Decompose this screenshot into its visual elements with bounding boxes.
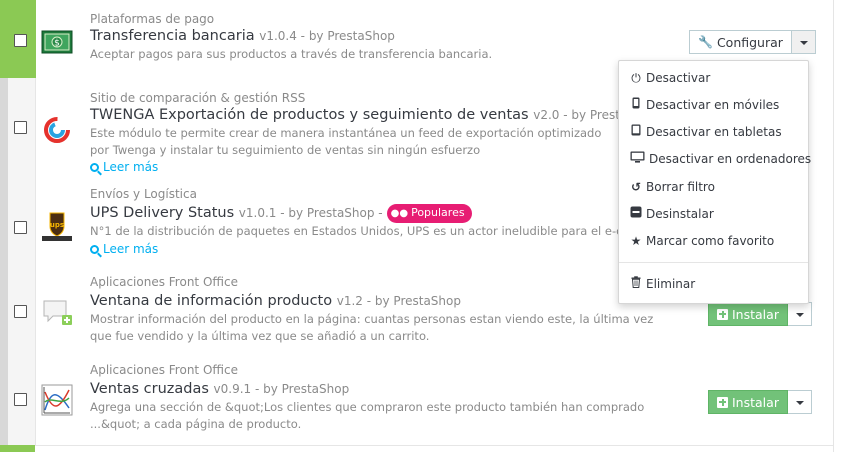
install-button[interactable]: Instalar (708, 302, 788, 326)
menu-item-disable[interactable]: ⏻ Desactivar (629, 68, 710, 88)
ups-icon: ups (41, 210, 73, 242)
plus-square-icon (717, 396, 728, 408)
module-description: Mostrar información del producto en la p… (90, 312, 654, 343)
module-info: Sitio de comparación & gestión RSS TWENG… (90, 90, 656, 175)
minus-square-icon (629, 204, 643, 224)
actions-dropdown-toggle[interactable] (791, 30, 816, 54)
module-description: N°1 de la distribución de paquetes en Es… (90, 224, 677, 238)
module-info: Aplicaciones Front Office Ventana de inf… (90, 274, 663, 344)
module-actions-menu: ⏻ Desactivar Desactivar en móviles Desact… (618, 60, 811, 304)
module-info: Aplicaciones Front Office Ventas cruzada… (90, 362, 663, 432)
module-row: Aplicaciones Front Office Ventas cruzada… (0, 358, 833, 446)
status-stripe (0, 78, 8, 182)
module-name[interactable]: Ventas cruzadas (90, 381, 209, 397)
trash-icon (629, 274, 643, 294)
search-icon (90, 163, 99, 172)
action-group: Instalar (708, 302, 812, 326)
module-checkbox[interactable] (14, 393, 27, 406)
module-title: UPS Delivery Status v1.0.1 - by PrestaSh… (90, 204, 615, 223)
module-category: Aplicaciones Front Office (90, 363, 238, 377)
menu-item-favorite[interactable]: ★ Marcar como favorito (629, 231, 775, 251)
module-checkbox[interactable] (14, 221, 27, 234)
module-description: Este módulo te permite crear de manera i… (90, 126, 602, 157)
module-category: Aplicaciones Front Office (90, 275, 238, 289)
menu-item-reset[interactable]: ↺ Borrar filtro (629, 177, 715, 197)
module-title: Ventas cruzadas v0.9.1 - by PrestaShop (90, 380, 663, 399)
module-name[interactable]: TWENGA Exportación de productos y seguim… (90, 107, 529, 123)
wrench-icon: 🔧 (698, 35, 713, 49)
mobile-icon (629, 95, 643, 115)
module-name[interactable]: Ventana de información producto (90, 293, 332, 309)
module-description: Agrega una sección de &quot;Los clientes… (90, 400, 645, 431)
module-info: Envíos y Logística UPS Delivery Status v… (90, 186, 677, 257)
desktop-icon (629, 149, 646, 169)
module-title: Ventana de información producto v1.2 - b… (90, 292, 663, 311)
menu-item-disable-desktop[interactable]: Desactivar en ordenadores (629, 149, 811, 169)
read-more-link[interactable]: Leer más (90, 241, 615, 257)
svg-text:$: $ (54, 39, 60, 49)
status-stripe (0, 270, 8, 358)
module-category: Plataformas de pago (90, 12, 215, 26)
module-info: Plataformas de pago Transferencia bancar… (90, 11, 663, 63)
menu-item-delete[interactable]: Eliminar (629, 274, 695, 294)
tablet-icon (629, 122, 643, 142)
module-version: v1.0.4 - by PrestaShop (259, 29, 395, 43)
module-checkbox[interactable] (14, 121, 27, 134)
module-name[interactable]: UPS Delivery Status (90, 205, 234, 221)
search-icon (90, 244, 99, 254)
menu-divider (619, 262, 808, 263)
action-group: 🔧 Configurar (689, 30, 816, 54)
menu-item-disable-mobile[interactable]: Desactivar en móviles (629, 95, 779, 115)
twenga-icon (41, 114, 73, 146)
status-stripe (0, 0, 8, 78)
status-stripe (0, 358, 8, 445)
install-dropdown-toggle[interactable] (787, 302, 812, 326)
module-category: Envíos y Logística (90, 187, 197, 201)
action-group: Instalar (708, 390, 812, 414)
module-version: v0.9.1 - by PrestaShop (213, 382, 350, 396)
bank-transfer-icon: $ (41, 26, 73, 58)
read-more-link[interactable]: Leer más (90, 159, 615, 175)
cross-selling-icon (41, 384, 73, 416)
module-checkbox[interactable] (14, 305, 27, 318)
module-version: v1.0.1 - by PrestaShop - (238, 206, 383, 220)
svg-text:ups: ups (50, 221, 64, 229)
module-description: Aceptar pagos para sus productos a travé… (90, 47, 493, 61)
status-stripe (0, 182, 8, 270)
product-info-icon (41, 296, 73, 328)
module-checkbox[interactable] (14, 34, 27, 47)
menu-item-disable-tablet[interactable]: Desactivar en tabletas (629, 122, 782, 142)
module-version: v1.2 - by PrestaShop (336, 294, 461, 308)
module-title: Transferencia bancaria v1.0.4 - by Prest… (90, 27, 663, 46)
next-row-stripe (0, 445, 833, 452)
star-icon: ★ (630, 234, 642, 248)
plus-square-icon (717, 308, 728, 320)
module-category: Sitio de comparación & gestión RSS (90, 91, 306, 105)
users-icon: ●● (390, 208, 409, 219)
install-dropdown-toggle[interactable] (787, 390, 812, 414)
undo-icon: ↺ (630, 180, 642, 194)
power-icon: ⏻ (631, 71, 641, 85)
configure-button[interactable]: 🔧 Configurar (689, 30, 792, 54)
popular-badge: ●● Populares (386, 204, 472, 223)
module-title: TWENGA Exportación de productos y seguim… (90, 106, 656, 125)
install-button[interactable]: Instalar (708, 390, 788, 414)
menu-item-uninstall[interactable]: Desinstalar (629, 204, 714, 224)
module-name[interactable]: Transferencia bancaria (90, 28, 255, 44)
